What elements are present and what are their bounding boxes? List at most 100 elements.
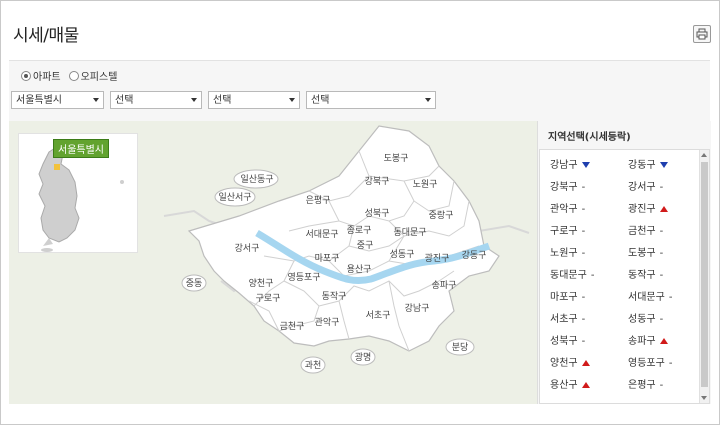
printer-icon — [696, 28, 708, 40]
trend-flat-text: - — [659, 314, 664, 325]
triangle-down-icon — [659, 162, 668, 168]
trend-flat-text: - — [659, 248, 664, 259]
trend-flat-text: - — [590, 270, 595, 281]
select-value: 선택 — [115, 95, 134, 106]
map-district-label[interactable]: 도봉구 — [384, 153, 409, 164]
district-name: 용산구 — [550, 380, 578, 391]
district-list-item[interactable]: 양천구 — [550, 354, 590, 369]
trend-flat-text: - — [668, 292, 673, 303]
triangle-up-icon — [581, 382, 590, 388]
map-label-outside[interactable]: 광명 — [355, 351, 372, 363]
district-list-item[interactable]: 성북구 - — [550, 332, 585, 347]
select-city[interactable]: 서울특별시 — [11, 91, 104, 109]
district-list-item[interactable]: 관악구 - — [550, 200, 585, 215]
map-label-outside[interactable]: 과천 — [305, 360, 322, 371]
map-district-label[interactable]: 동작구 — [322, 291, 347, 302]
scroll-down-icon[interactable] — [701, 396, 707, 400]
district-list-item[interactable]: 동작구 - — [628, 266, 663, 281]
map-label-outside[interactable]: 분당 — [452, 342, 469, 353]
district-list-item[interactable]: 강북구 - — [550, 178, 585, 193]
radio-label: 오피스텔 — [80, 72, 118, 83]
trend-flat-text: - — [659, 182, 664, 193]
scroll-up-icon[interactable] — [701, 153, 707, 157]
district-list-item[interactable]: 금천구 - — [628, 222, 663, 237]
district-name: 도봉구 — [628, 248, 656, 259]
district-list-item[interactable]: 광진구 — [628, 200, 668, 215]
trend-flat-text: - — [581, 248, 586, 259]
radio-dot-icon — [21, 70, 31, 81]
map-area: 서울특별시 일산동구 일산서구 중동 분당 과천 광명 도봉구 강북구 노원구 … — [9, 121, 537, 404]
district-list-item[interactable]: 마포구 - — [550, 288, 585, 303]
district-list-item[interactable]: 용산구 — [550, 376, 590, 391]
map-district-label[interactable]: 은평구 — [306, 195, 331, 206]
region-sidebar: 지역선택(시세등락) 강남구 강동구 강북구 - 강서구 - 관악구 - 광진구 구로구 - 금천구 -… — [537, 121, 711, 404]
district-list-item[interactable]: 영등포구 - — [628, 354, 672, 369]
select-value: 선택 — [311, 95, 330, 106]
map-district-label[interactable]: 성동구 — [390, 249, 415, 260]
radio-apartment[interactable]: 아파트 — [21, 68, 61, 83]
district-list-item[interactable]: 서대문구 - — [628, 288, 672, 303]
map-label-outside[interactable]: 일산서구 — [218, 192, 251, 203]
select-complex[interactable]: 선택 — [306, 91, 436, 109]
map-district-label[interactable]: 강북구 — [365, 176, 390, 187]
sidebar-title: 지역선택(시세등락) — [548, 132, 631, 143]
map-district-label[interactable]: 금천구 — [280, 321, 305, 332]
trend-flat-text: - — [659, 380, 664, 391]
map-label-outside[interactable]: 일산동구 — [240, 174, 273, 185]
map-district-label[interactable]: 노원구 — [413, 179, 438, 190]
map-district-label[interactable]: 광진구 — [425, 252, 450, 264]
map-district-label[interactable]: 구로구 — [256, 293, 281, 304]
district-list-item[interactable]: 강동구 — [628, 156, 668, 171]
map-district-label[interactable]: 강서구 — [235, 243, 260, 254]
chevron-down-icon — [191, 98, 197, 102]
map-label-outside[interactable]: 중동 — [186, 278, 203, 289]
map-district-label[interactable]: 마포구 — [315, 253, 340, 264]
map-district-label[interactable]: 동대문구 — [393, 227, 426, 238]
district-name: 동작구 — [628, 270, 656, 281]
chevron-down-icon — [425, 98, 431, 102]
district-list-item[interactable]: 송파구 — [628, 332, 668, 347]
map-district-label[interactable]: 종로구 — [347, 225, 372, 236]
map-district-label[interactable]: 중랑구 — [429, 209, 454, 221]
district-list-item[interactable]: 은평구 - — [628, 376, 663, 391]
district-list-item[interactable]: 도봉구 - — [628, 244, 663, 259]
radio-dot-icon — [68, 70, 79, 81]
select-value: 선택 — [213, 95, 232, 106]
map-district-label[interactable]: 강남구 — [405, 303, 430, 314]
chevron-down-icon — [289, 98, 295, 102]
district-list-item[interactable]: 동대문구 - — [550, 266, 594, 281]
map-district-label[interactable]: 중구 — [357, 240, 374, 251]
district-name: 강동구 — [628, 160, 656, 171]
radio-officetel[interactable]: 오피스텔 — [68, 68, 118, 83]
trend-flat-text: - — [659, 226, 664, 237]
map-district-label[interactable]: 용산구 — [347, 264, 372, 275]
map-district-label[interactable]: 관악구 — [315, 316, 340, 328]
inset-region-label[interactable]: 서울특별시 — [53, 139, 109, 158]
scrollbar-thumb[interactable] — [701, 162, 708, 387]
map-district-label[interactable]: 양천구 — [249, 278, 274, 289]
district-list-item[interactable]: 서초구 - — [550, 310, 585, 325]
district-list-item[interactable]: 성동구 - — [628, 310, 663, 325]
map-district-label[interactable]: 영등포구 — [287, 272, 320, 283]
scrollbar[interactable] — [699, 150, 709, 403]
district-list-item[interactable]: 강남구 — [550, 156, 590, 171]
district-name: 송파구 — [628, 336, 656, 347]
select-dong[interactable]: 선택 — [208, 91, 300, 109]
district-list-item[interactable]: 강서구 - — [628, 178, 663, 193]
map-district-label[interactable]: 강동구 — [462, 250, 487, 261]
map-district-label[interactable]: 서초구 — [366, 310, 391, 321]
district-name: 관악구 — [550, 204, 578, 215]
han-river — [255, 229, 491, 285]
trend-flat-text: - — [581, 204, 586, 215]
map-district-label[interactable]: 성북구 — [365, 208, 390, 219]
district-list-item[interactable]: 구로구 - — [550, 222, 585, 237]
district-name: 동대문구 — [550, 270, 587, 281]
print-button[interactable] — [693, 25, 711, 43]
map-district-label[interactable]: 송파구 — [432, 280, 457, 291]
district-name: 성북구 — [550, 336, 578, 347]
triangle-up-icon — [659, 206, 668, 212]
trend-flat-text: - — [659, 270, 664, 281]
map-district-label[interactable]: 서대문구 — [305, 229, 338, 240]
select-district[interactable]: 선택 — [110, 91, 202, 109]
district-list-item[interactable]: 노원구 - — [550, 244, 585, 259]
